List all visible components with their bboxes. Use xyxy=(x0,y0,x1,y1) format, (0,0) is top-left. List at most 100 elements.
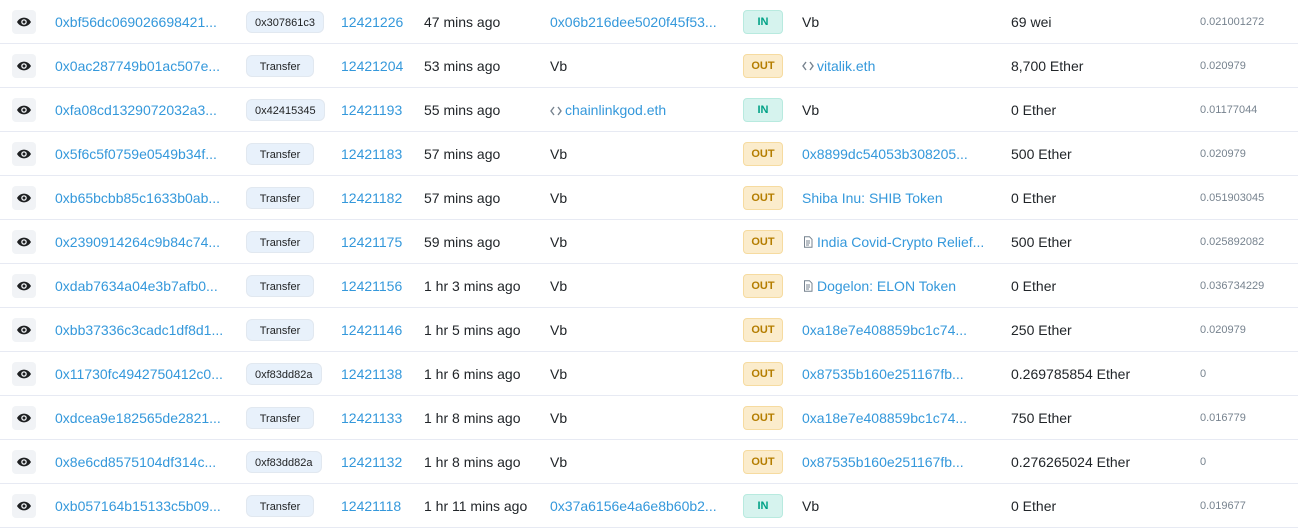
block-link[interactable]: 12421175 xyxy=(341,234,402,250)
from-address[interactable]: 0x06b216dee5020f45f53... xyxy=(550,14,725,30)
txn-hash-link[interactable]: 0xb057164b15133c5b09... xyxy=(55,498,225,514)
age-text: 1 hr 6 mins ago xyxy=(424,365,521,382)
eye-icon[interactable] xyxy=(12,185,36,210)
from-address: Vb xyxy=(550,322,725,338)
to-address-text: 0x87535b160e251167fb... xyxy=(802,453,964,470)
txn-hash-link[interactable]: 0x2390914264c9b84c74... xyxy=(55,234,225,250)
from-address-text: Vb xyxy=(550,57,568,74)
age-text: 47 mins ago xyxy=(424,13,501,30)
age-text: 57 mins ago xyxy=(424,145,501,162)
age-text: 1 hr 8 mins ago xyxy=(424,409,521,426)
block-link[interactable]: 12421204 xyxy=(341,58,403,74)
to-address[interactable]: 0xa18e7e408859bc1c74... xyxy=(802,322,992,338)
block-link[interactable]: 12421182 xyxy=(341,190,402,206)
from-address[interactable]: chainlinkgod.eth xyxy=(550,102,725,118)
table-row: 0x5f6c5f0759e0549b34f... Transfer 12421183… xyxy=(0,132,1298,176)
txn-hash-link[interactable]: 0x11730fc4942750412c0... xyxy=(55,366,225,382)
eye-icon[interactable] xyxy=(12,9,36,34)
txn-fee-text: 0 xyxy=(1200,367,1207,380)
method-badge: Transfer xyxy=(246,142,314,165)
to-address[interactable]: Shiba Inu: SHIB Token xyxy=(802,190,992,206)
table-row: 0xbb37336c3cadc1df8d1... Transfer 12421146… xyxy=(0,308,1298,352)
to-address[interactable]: 0x87535b160e251167fb... xyxy=(802,366,992,382)
block-link[interactable]: 12421132 xyxy=(341,454,402,470)
txn-hash-link[interactable]: 0xfa08cd1329072032a3... xyxy=(55,102,225,118)
eye-icon[interactable] xyxy=(12,317,36,342)
eye-icon[interactable] xyxy=(12,405,36,430)
from-address: Vb xyxy=(550,190,725,206)
to-address[interactable]: 0x8899dc54053b308205... xyxy=(802,146,992,162)
to-address-text: 0x8899dc54053b308205... xyxy=(802,145,968,162)
from-address: Vb xyxy=(550,58,725,74)
age-text: 59 mins ago xyxy=(424,233,501,250)
block-link[interactable]: 12421156 xyxy=(341,278,402,294)
from-address-text: Vb xyxy=(550,321,568,338)
to-address[interactable]: India Covid-Crypto Relief... xyxy=(802,234,992,250)
from-address-text: Vb xyxy=(550,365,568,382)
table-row: 0xb65bcbb85c1633b0ab... Transfer 12421182 5… xyxy=(0,176,1298,220)
direction-badge: OUT xyxy=(743,141,783,166)
transactions-table: 0xbf56dc069026698421... 0x307861c3 1242122… xyxy=(0,0,1298,528)
to-address-text: India Covid-Crypto Relief... xyxy=(817,233,985,250)
eye-icon[interactable] xyxy=(12,229,36,254)
txn-hash-link[interactable]: 0xdab7634a04e3b7afb0... xyxy=(55,278,225,294)
age-text: 1 hr 5 mins ago xyxy=(424,321,521,338)
txn-hash-link[interactable]: 0xbb37336c3cadc1df8d1... xyxy=(55,322,225,338)
table-row: 0xdab7634a04e3b7afb0... Transfer 12421156 1… xyxy=(0,264,1298,308)
block-link[interactable]: 12421146 xyxy=(341,322,402,338)
to-address[interactable]: 0x87535b160e251167fb... xyxy=(802,454,992,470)
block-link[interactable]: 12421226 xyxy=(341,14,403,30)
block-link[interactable]: 12421118 xyxy=(341,498,401,514)
eye-icon[interactable] xyxy=(12,449,36,474)
eye-icon[interactable] xyxy=(12,273,36,298)
to-address[interactable]: Dogelon: ELON Token xyxy=(802,278,992,294)
direction-badge: OUT xyxy=(743,405,783,430)
value-text: 500 Ether xyxy=(1011,233,1072,250)
from-address-text: Vb xyxy=(550,145,568,162)
value-text: 0 Ether xyxy=(1011,189,1057,206)
to-address-text: Vb xyxy=(802,101,820,118)
from-address: Vb xyxy=(550,234,725,250)
to-address: Vb xyxy=(802,498,992,514)
eye-icon[interactable] xyxy=(12,97,36,122)
direction-badge: OUT xyxy=(743,317,783,342)
txn-fee-text: 0.020979 xyxy=(1200,59,1246,72)
from-address: Vb xyxy=(550,146,725,162)
txn-hash-link[interactable]: 0x0ac287749b01ac507e... xyxy=(55,58,225,74)
to-address[interactable]: 0xa18e7e408859bc1c74... xyxy=(802,410,992,426)
table-row: 0x2390914264c9b84c74... Transfer 12421175 5… xyxy=(0,220,1298,264)
to-address-text: Dogelon: ELON Token xyxy=(817,277,957,294)
txn-hash-link[interactable]: 0xdcea9e182565de2821... xyxy=(55,410,225,426)
txn-hash-link[interactable]: 0xb65bcbb85c1633b0ab... xyxy=(55,190,225,206)
value-text: 8,700 Ether xyxy=(1011,57,1084,74)
value-text: 0 Ether xyxy=(1011,497,1057,514)
eye-icon[interactable] xyxy=(12,53,36,78)
to-address[interactable]: vitalik.eth xyxy=(802,58,992,74)
txn-fee-text: 0.021001272 xyxy=(1200,15,1265,28)
block-link[interactable]: 12421183 xyxy=(341,146,402,162)
to-address-text: 0xa18e7e408859bc1c74... xyxy=(802,409,968,426)
from-address: Vb xyxy=(550,278,725,294)
txn-hash-link[interactable]: 0x8e6cd8575104df314c... xyxy=(55,454,225,470)
txn-hash-link[interactable]: 0xbf56dc069026698421... xyxy=(55,14,225,30)
txn-hash-link[interactable]: 0x5f6c5f0759e0549b34f... xyxy=(55,146,225,162)
to-address-text: 0x87535b160e251167fb... xyxy=(802,365,964,382)
block-link[interactable]: 12421133 xyxy=(341,410,402,426)
to-address-text: Shiba Inu: SHIB Token xyxy=(802,189,943,206)
eye-icon[interactable] xyxy=(12,141,36,166)
age-text: 1 hr 11 mins ago xyxy=(424,497,528,514)
to-address-text: 0xa18e7e408859bc1c74... xyxy=(802,321,968,338)
value-text: 0.269785854 Ether xyxy=(1011,365,1131,382)
block-link[interactable]: 12421138 xyxy=(341,366,402,382)
contract-icon xyxy=(802,235,814,248)
age-text: 57 mins ago xyxy=(424,189,501,206)
from-address[interactable]: 0x37a6156e4a6e8b60b2... xyxy=(550,498,725,514)
direction-badge: OUT xyxy=(743,273,783,298)
to-address-text: Vb xyxy=(802,13,820,30)
block-link[interactable]: 12421193 xyxy=(341,102,402,118)
direction-badge: OUT xyxy=(743,185,783,210)
direction-badge: OUT xyxy=(743,449,783,474)
eye-icon[interactable] xyxy=(12,493,36,518)
eye-icon[interactable] xyxy=(12,361,36,386)
from-address-text: 0x37a6156e4a6e8b60b2... xyxy=(550,497,717,514)
